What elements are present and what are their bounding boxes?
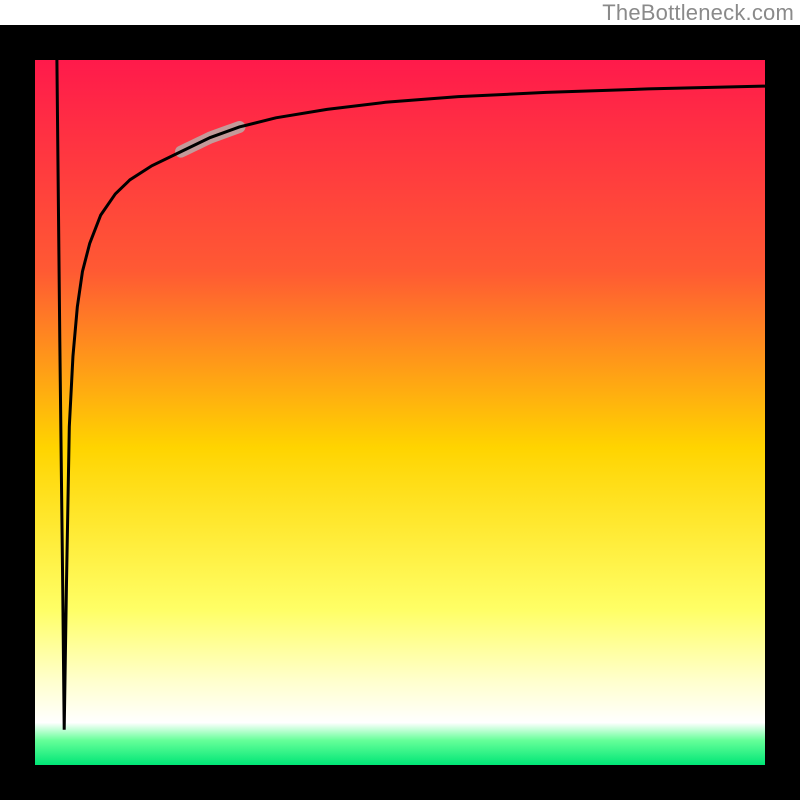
watermark-text: TheBottleneck.com	[602, 0, 794, 26]
chart-container: TheBottleneck.com	[0, 0, 800, 800]
bottleneck-chart	[0, 25, 800, 800]
plot-background	[35, 60, 765, 765]
